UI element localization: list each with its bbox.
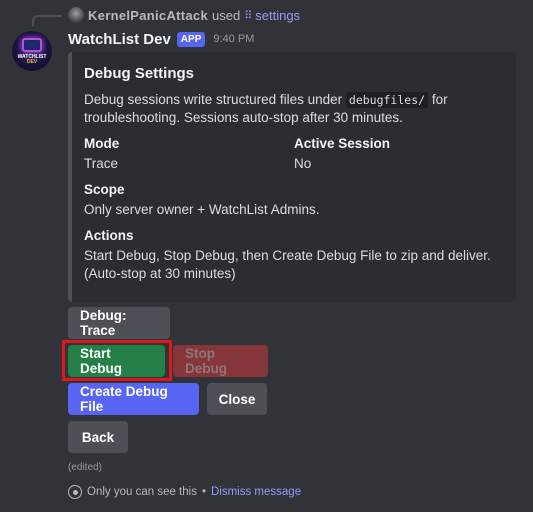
reply-user-avatar: [68, 7, 84, 23]
field-scope: Scope Only server owner + WatchList Admi…: [84, 181, 504, 219]
close-button[interactable]: Close: [207, 383, 267, 415]
app-badge: APP: [176, 31, 206, 47]
ephemeral-text: Only you can see this: [87, 486, 197, 498]
embed-desc-code: debugfiles/: [345, 92, 429, 108]
embed-inline-fields: Mode Trace Active Session No: [84, 135, 504, 173]
embed-description: Debug sessions write structured files un…: [84, 91, 504, 127]
field-actions-value: Start Debug, Stop Debug, then Create Deb…: [84, 248, 491, 281]
reply-command-name: settings: [255, 7, 301, 23]
message-timestamp: 9:40 PM: [213, 33, 255, 45]
bot-avatar[interactable]: WATCHLIST DEV: [12, 31, 52, 71]
ephemeral-notice: Only you can see this • Dismiss message: [68, 485, 301, 499]
reply-used-text: used: [211, 7, 241, 23]
embed-desc-prefix: Debug sessions write structured files un…: [84, 92, 343, 107]
message-header: WatchList Dev APP 9:40 PM: [68, 29, 254, 49]
bot-name[interactable]: WatchList Dev: [68, 31, 171, 48]
field-mode: Mode Trace: [84, 135, 294, 173]
reply-username[interactable]: KernelPanicAttack: [88, 8, 208, 23]
avatar-logo-sub: DEV: [26, 58, 38, 65]
create-debug-file-button[interactable]: Create Debug File: [68, 383, 199, 415]
field-mode-value: Trace: [84, 156, 119, 171]
reply-reference[interactable]: KernelPanicAttack used ⠿ settings: [68, 6, 300, 24]
reply-spine: [32, 15, 62, 26]
field-scope-value: Only server owner + WatchList Admins.: [84, 202, 320, 217]
debug-mode-button[interactable]: Debug: Trace: [68, 307, 170, 339]
dismiss-message-link[interactable]: Dismiss message: [211, 486, 301, 498]
field-active-session: Active Session No: [294, 135, 504, 173]
field-scope-name: Scope: [84, 182, 125, 197]
embed-title: Debug Settings: [84, 65, 195, 82]
reply-command[interactable]: ⠿ settings: [244, 8, 300, 23]
field-actions-name: Actions: [84, 228, 134, 243]
eye-icon: [68, 485, 82, 499]
stop-debug-button[interactable]: Stop Debug: [173, 345, 268, 377]
edited-label: (edited): [68, 462, 102, 473]
avatar-monitor-icon: [22, 37, 42, 52]
start-debug-button[interactable]: Start Debug: [68, 345, 165, 377]
field-actions: Actions Start Debug, Stop Debug, then Cr…: [84, 227, 504, 283]
field-mode-name: Mode: [84, 136, 120, 151]
field-active-name: Active Session: [294, 136, 391, 151]
debug-settings-embed: Debug Settings Debug sessions write stru…: [68, 52, 516, 302]
field-active-value: No: [294, 156, 312, 171]
slash-command-icon: ⠿: [244, 9, 253, 22]
ephemeral-separator: •: [201, 486, 206, 498]
back-button[interactable]: Back: [68, 421, 128, 453]
